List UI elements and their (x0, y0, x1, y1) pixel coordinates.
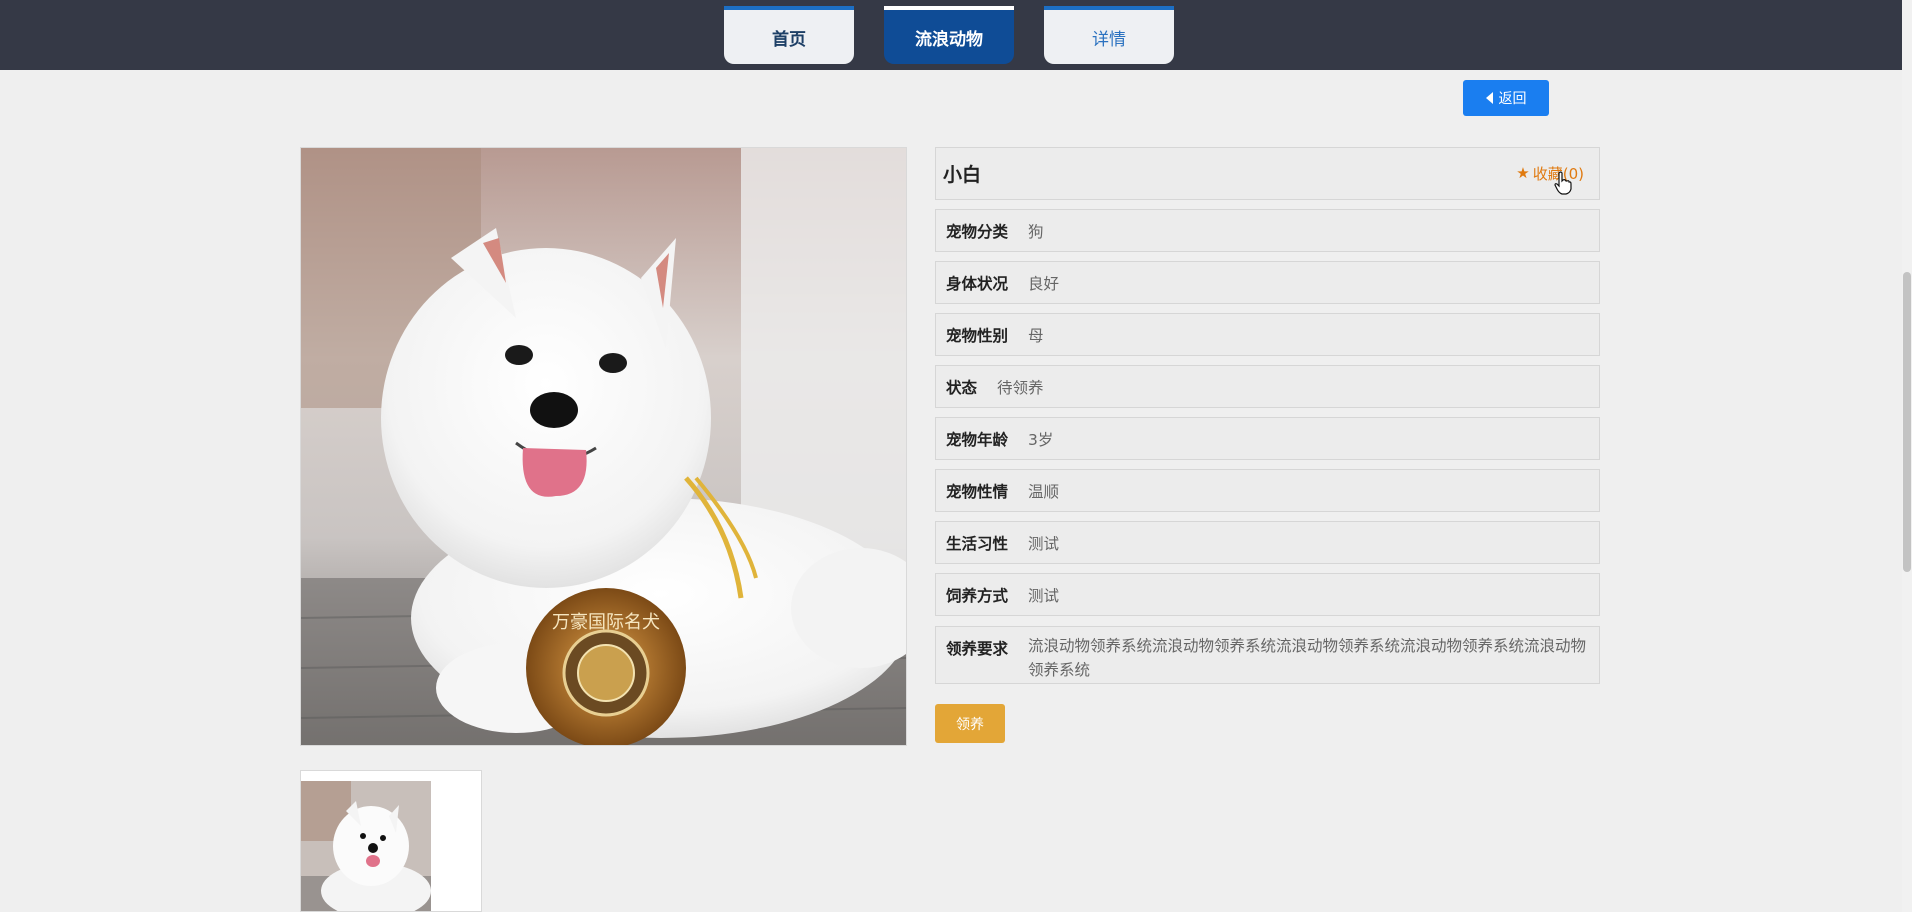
field-value: 测试 (1028, 534, 1060, 553)
field-label: 宠物年龄 (946, 430, 1009, 449)
field-value: 流浪动物领养系统流浪动物领养系统流浪动物领养系统流浪动物领养系统流浪动物领养系统 (1028, 637, 1587, 679)
field-habits: 生活习性 测试 (935, 521, 1600, 564)
samoyed-thumbnail-image (301, 781, 431, 911)
field-value: 测试 (1028, 586, 1060, 605)
field-gender: 宠物性别 母 (935, 313, 1600, 356)
field-health: 身体状况 良好 (935, 261, 1600, 304)
field-value: 良好 (1028, 274, 1060, 293)
medal-text: 万豪国际名犬 (552, 612, 660, 633)
field-label: 饲养方式 (946, 586, 1009, 605)
field-value: 3岁 (1028, 430, 1054, 449)
field-label: 领养要求 (946, 640, 1009, 658)
back-button[interactable]: 返回 (1463, 80, 1549, 116)
field-label: 生活习性 (946, 534, 1009, 553)
field-value: 狗 (1028, 222, 1044, 241)
adopt-button[interactable]: 领养 (935, 704, 1005, 743)
tab-stray-animals[interactable]: 流浪动物 (884, 6, 1014, 64)
favorite-button[interactable]: ★ 收藏(0) (1516, 163, 1584, 195)
pet-photo: 万豪国际名犬 (300, 147, 907, 746)
samoyed-puppy-image: 万豪国际名犬 (301, 148, 906, 745)
pet-thumbnail[interactable] (300, 770, 482, 912)
field-adoption-requirements: 领养要求 流浪动物领养系统流浪动物领养系统流浪动物领养系统流浪动物领养系统流浪动… (935, 626, 1600, 684)
caret-left-icon (1485, 92, 1493, 104)
field-label: 宠物性情 (946, 482, 1009, 501)
tab-details[interactable]: 详情 (1044, 6, 1174, 64)
field-value: 母 (1028, 326, 1044, 345)
pet-name: 小白 (943, 164, 982, 186)
back-button-label: 返回 (1498, 91, 1527, 107)
field-feeding: 饲养方式 测试 (935, 573, 1600, 616)
scrollbar-thumb[interactable] (1903, 272, 1911, 572)
field-label: 宠物性别 (946, 326, 1009, 345)
top-nav-bar: 首页 流浪动物 详情 (0, 0, 1902, 70)
page-scrollbar[interactable] (1902, 0, 1912, 912)
field-label: 身体状况 (946, 274, 1009, 293)
field-label: 状态 (946, 378, 978, 397)
tab-home[interactable]: 首页 (724, 6, 854, 64)
field-value: 待领养 (997, 378, 1044, 397)
field-age: 宠物年龄 3岁 (935, 417, 1600, 460)
field-label: 宠物分类 (946, 222, 1009, 241)
field-temperament: 宠物性情 温顺 (935, 469, 1600, 512)
pet-title-row: 小白 ★ 收藏(0) (935, 147, 1600, 200)
field-pet-category: 宠物分类 狗 (935, 209, 1600, 252)
hand-pointer-icon (1554, 171, 1572, 195)
field-value: 温顺 (1028, 482, 1060, 501)
field-status: 状态 待领养 (935, 365, 1600, 408)
star-icon: ★ (1516, 164, 1530, 182)
